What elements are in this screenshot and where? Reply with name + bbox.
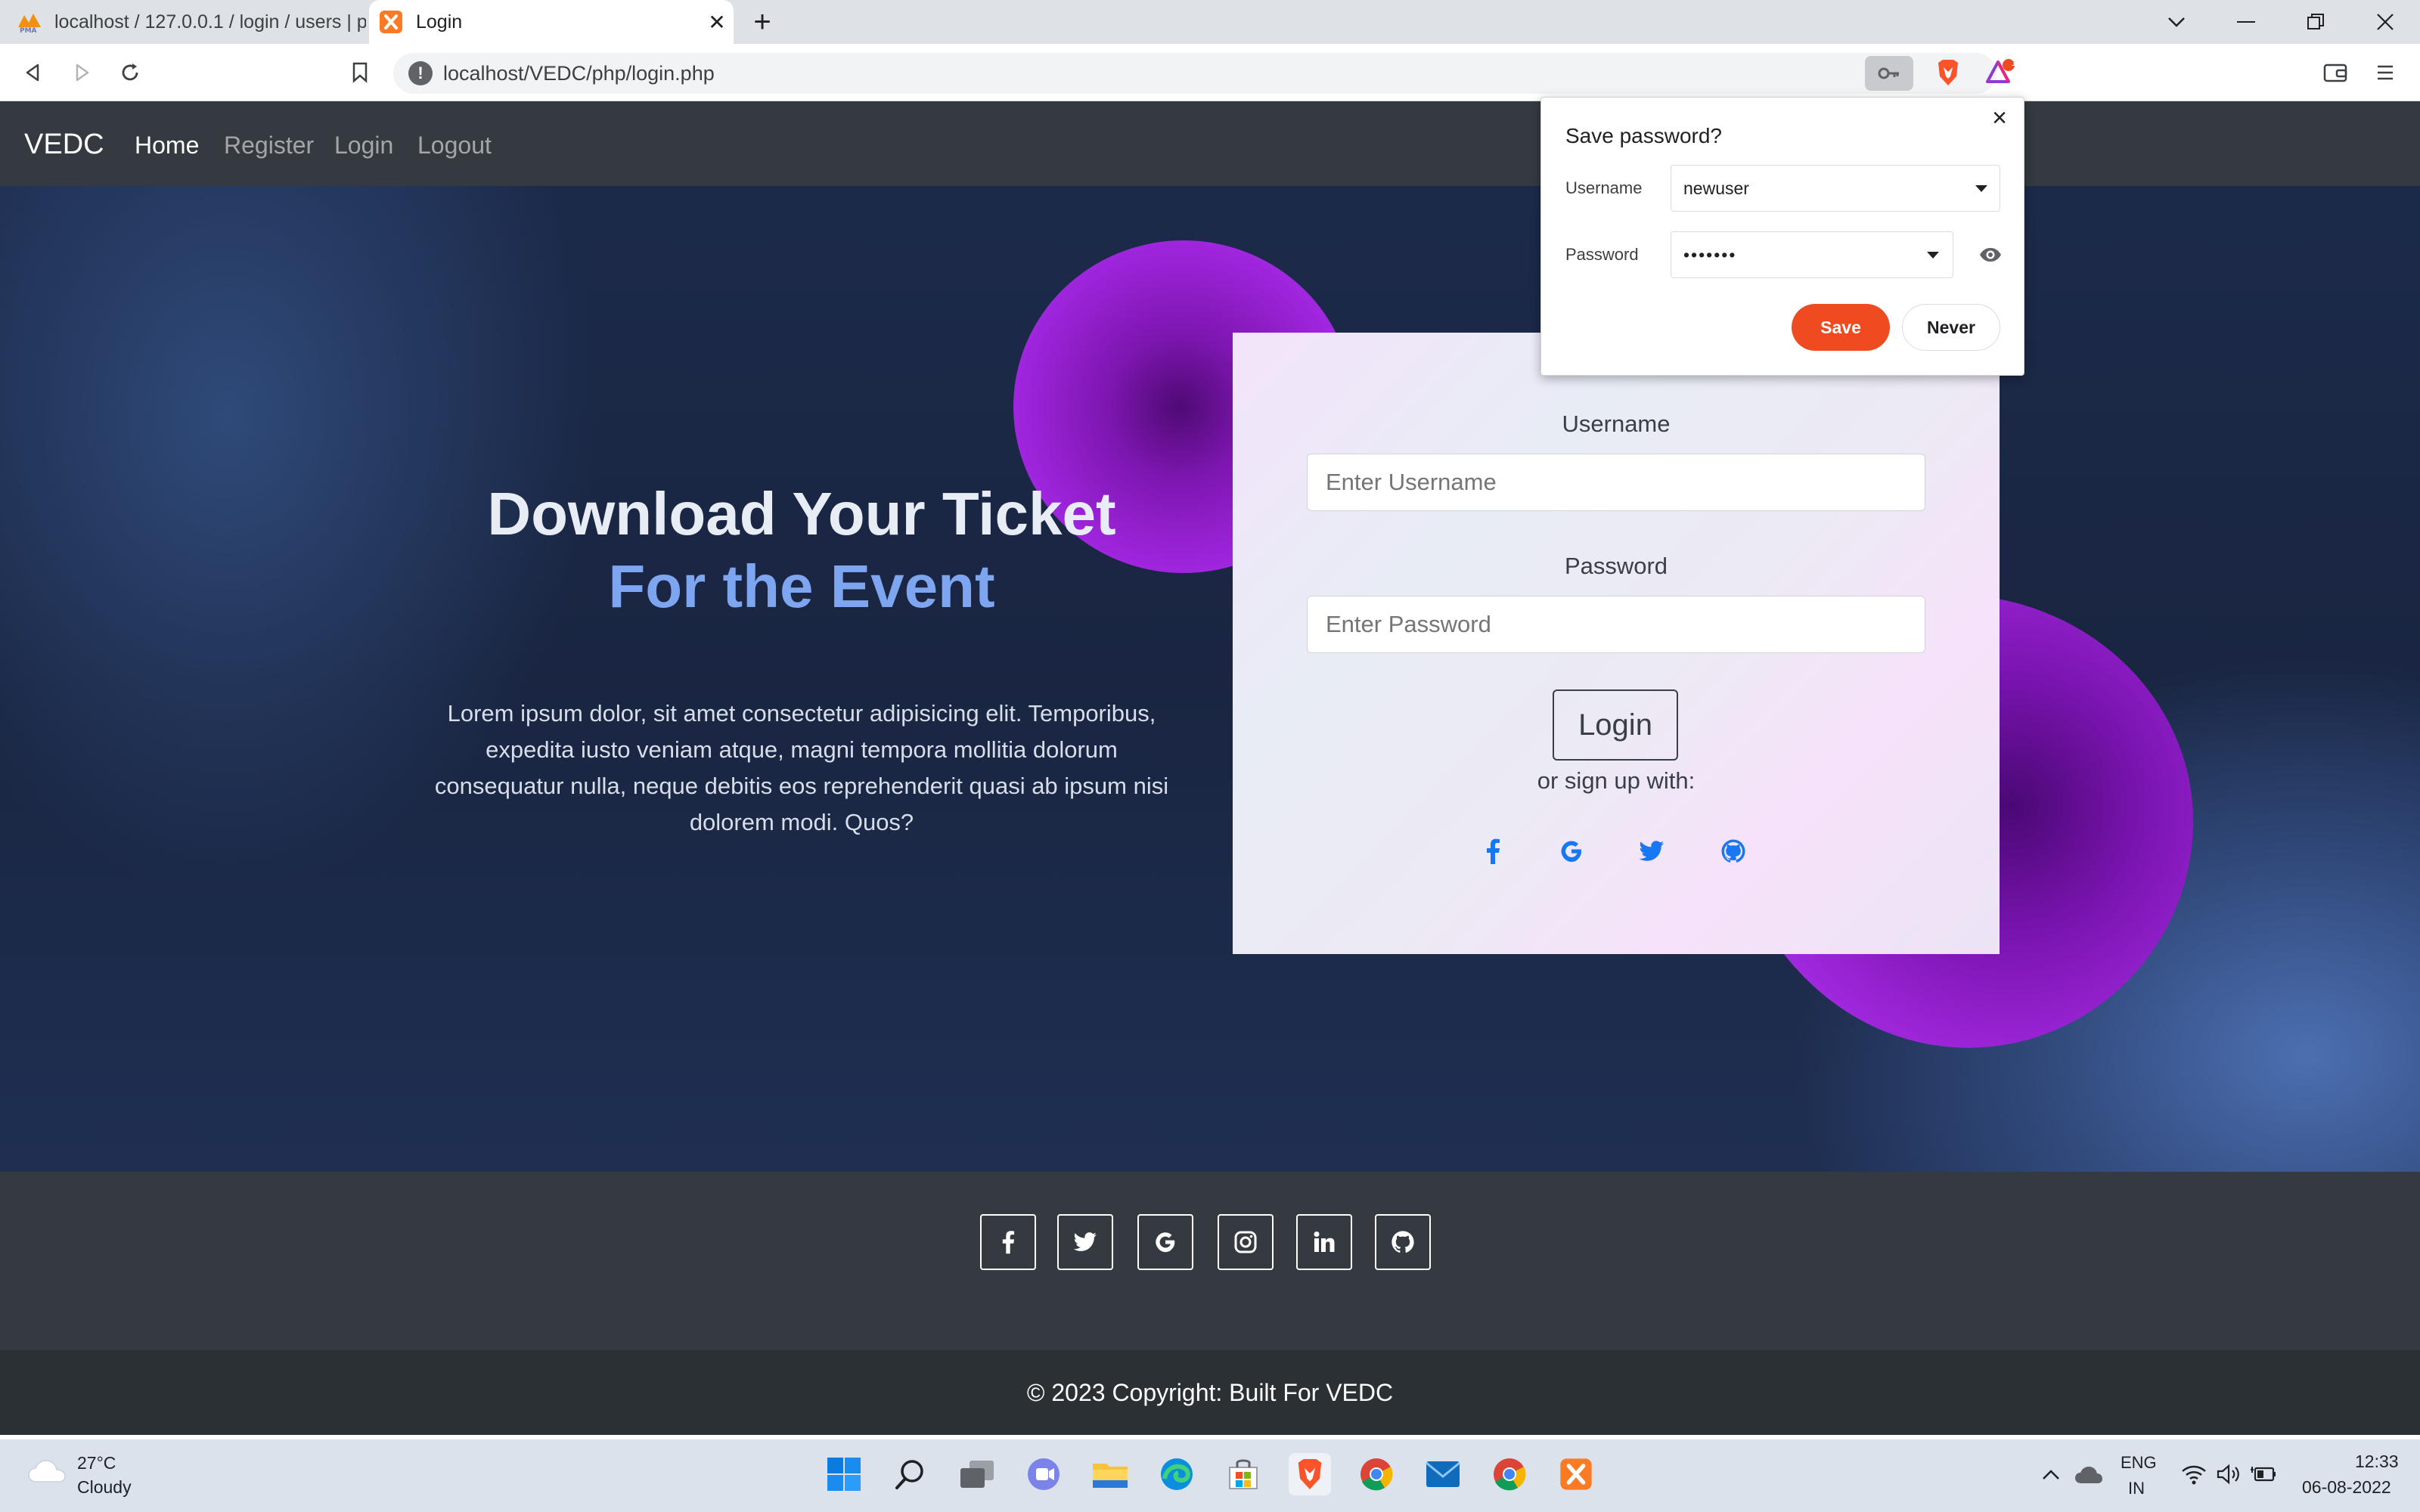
footer-instagram-icon[interactable] [1218, 1214, 1274, 1270]
show-password-eye-icon[interactable] [1975, 243, 2006, 266]
windows-start-icon[interactable] [823, 1453, 865, 1495]
weather-description[interactable]: Cloudy [77, 1476, 132, 1498]
xampp-icon [378, 9, 404, 35]
clock-date[interactable]: 06-08-2022 [2302, 1476, 2391, 1498]
password-label: Password [1564, 553, 1668, 579]
svg-text:PMA: PMA [20, 27, 37, 33]
brave-taskbar-icon[interactable] [1289, 1453, 1331, 1495]
footer-github-icon[interactable] [1375, 1214, 1431, 1270]
footer-twitter-icon[interactable] [1057, 1214, 1113, 1270]
mail-icon[interactable] [1422, 1453, 1464, 1495]
facebook-icon[interactable] [1478, 836, 1508, 866]
save-password-button[interactable]: Save [1792, 304, 1890, 351]
footer-linkedin-icon[interactable] [1296, 1214, 1352, 1270]
xampp-taskbar-icon[interactable] [1555, 1453, 1597, 1495]
onedrive-cloud-icon[interactable] [2074, 1465, 2104, 1486]
nav-logout-link[interactable]: Logout [417, 129, 492, 162]
cloud-weather-icon[interactable] [26, 1456, 68, 1486]
task-view-icon[interactable] [956, 1453, 998, 1495]
volume-icon[interactable] [2216, 1464, 2242, 1486]
restore-button[interactable] [2281, 0, 2350, 44]
chrome-icon[interactable] [1355, 1453, 1398, 1495]
nav-home-link[interactable]: Home [135, 129, 199, 162]
login-button[interactable]: Login [1553, 689, 1678, 761]
dialog-username-value: newuser [1683, 178, 1749, 198]
wallet-badge: 1 [2011, 57, 2017, 68]
new-tab-button[interactable]: + [744, 5, 780, 41]
password-input[interactable] [1307, 596, 1925, 653]
dialog-title: Save password? [1565, 124, 1723, 147]
tab-title: localhost / 127.0.0.1 / login / users | … [54, 11, 366, 33]
hero-subtitle: For the Event [608, 553, 995, 620]
password-key-icon[interactable] [1865, 56, 1913, 91]
hero-description: Lorem ipsum dolor, sit amet consectetur … [434, 700, 1169, 835]
chevron-up-icon[interactable] [2040, 1467, 2063, 1485]
phpmyadmin-icon: PMA [17, 9, 42, 35]
brand-logo[interactable]: VEDC [24, 125, 104, 163]
edge-browser-icon[interactable] [1156, 1453, 1198, 1495]
nav-register-link[interactable]: Register [224, 129, 314, 162]
signup-text: or sign up with: [1537, 767, 1696, 794]
dialog-username-label: Username [1565, 178, 1643, 197]
google-icon[interactable] [1556, 836, 1587, 866]
github-icon[interactable] [1718, 836, 1748, 866]
chrome-profile-icon[interactable] [1488, 1453, 1531, 1495]
dialog-username-select[interactable]: newuser [1671, 165, 2000, 212]
footer-google-icon[interactable] [1137, 1214, 1193, 1270]
clock-time[interactable]: 12:33 [2355, 1450, 2399, 1473]
copyright-text: © 2023 Copyright: Built For VEDC [1026, 1379, 1394, 1406]
username-label: Username [1562, 411, 1671, 437]
minimize-button[interactable] [2211, 0, 2281, 44]
bookmark-icon[interactable] [342, 54, 378, 91]
brave-shields-icon[interactable] [1930, 54, 1966, 91]
dialog-password-label: Password [1565, 245, 1639, 264]
footer-facebook-icon[interactable] [980, 1214, 1036, 1270]
close-tab-icon[interactable]: ✕ [700, 5, 734, 39]
wifi-icon[interactable] [2181, 1464, 2207, 1486]
close-icon[interactable]: × [1984, 103, 2015, 133]
region-indicator[interactable]: IN [2128, 1477, 2145, 1500]
menu-icon[interactable] [2367, 54, 2403, 91]
nav-login-link[interactable]: Login [334, 129, 393, 162]
battery-charging-icon[interactable] [2251, 1464, 2278, 1486]
tab-title: Login [416, 11, 463, 33]
url-text[interactable]: localhost/VEDC/php/login.php [443, 57, 715, 89]
dialog-password-select[interactable]: ••••••• [1671, 231, 1953, 278]
teams-chat-icon[interactable] [1022, 1453, 1065, 1495]
chevron-down-icon [1927, 252, 1939, 259]
chevron-down-icon [1975, 185, 1987, 192]
reload-icon[interactable] [112, 54, 148, 91]
footer-social-section [0, 1172, 2420, 1350]
microsoft-store-icon[interactable] [1222, 1453, 1264, 1495]
close-window-button[interactable] [2350, 0, 2420, 44]
file-explorer-icon[interactable] [1089, 1453, 1131, 1495]
weather-temperature[interactable]: 27°C [77, 1452, 116, 1474]
search-icon[interactable] [889, 1453, 932, 1495]
tab-phpmyadmin[interactable]: PMA localhost / 127.0.0.1 / login / user… [0, 0, 366, 44]
language-indicator[interactable]: ENG [2121, 1452, 2157, 1474]
tab-login[interactable]: Login ✕ [369, 0, 734, 44]
dialog-password-value: ••••••• [1683, 245, 1737, 265]
forward-icon[interactable] [64, 54, 100, 91]
twitter-icon[interactable] [1637, 836, 1667, 866]
wallet-icon[interactable] [2317, 54, 2353, 91]
never-button[interactable]: Never [1902, 304, 2000, 351]
site-info-icon[interactable]: ! [408, 61, 433, 85]
tab-search-icon[interactable] [2142, 0, 2211, 44]
hero-title: Download Your Ticket [487, 480, 1116, 547]
username-input[interactable] [1307, 454, 1925, 511]
back-icon[interactable] [15, 54, 51, 91]
